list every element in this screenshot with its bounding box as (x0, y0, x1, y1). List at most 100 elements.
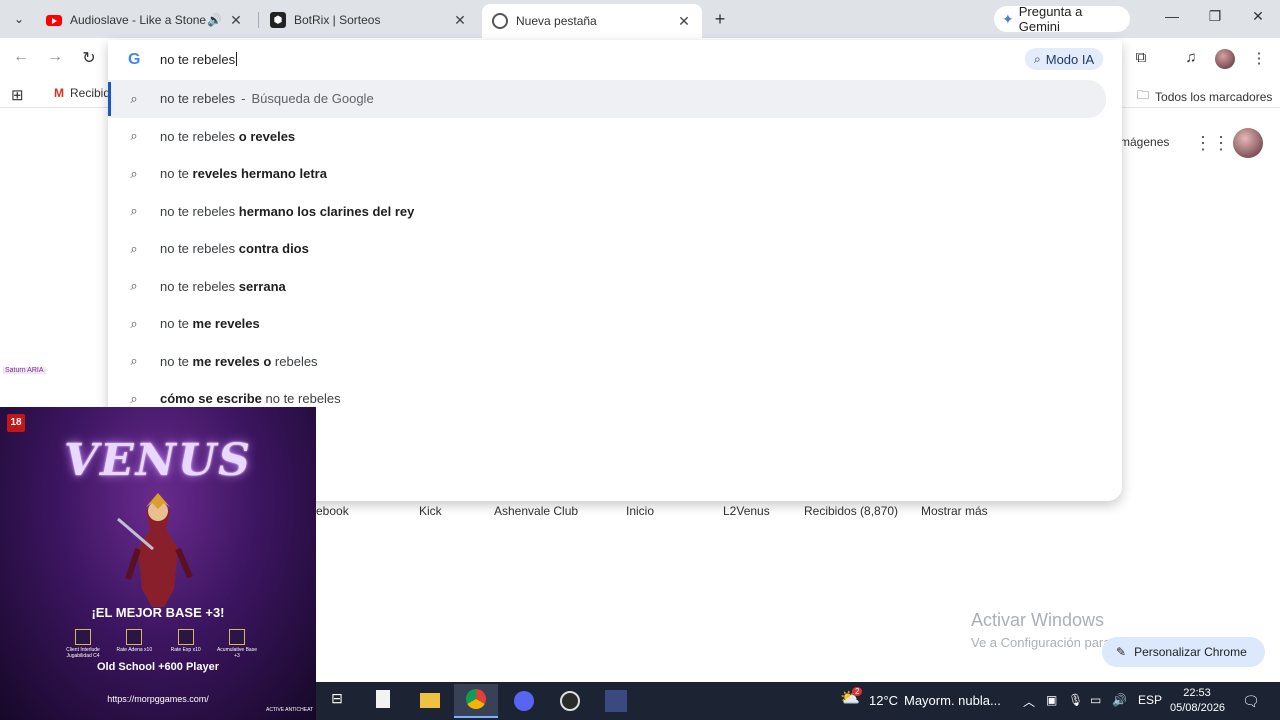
game-app-icon (605, 690, 627, 712)
taskbar-file-explorer[interactable] (418, 690, 442, 712)
tab-audioslave[interactable]: Audioslave - Like a Stone (C 🔊 ✕ (36, 6, 254, 34)
language-indicator[interactable]: ESP (1138, 693, 1162, 707)
ai-mode-button[interactable]: ⌕ Modo IA (1025, 48, 1104, 70)
weather-desc: Mayorm. nubla... (904, 693, 1001, 708)
feature-icon (126, 629, 143, 645)
close-tab-icon[interactable]: ✕ (452, 12, 468, 29)
tray-app-icon[interactable]: ▣ (1046, 693, 1057, 707)
tray-overflow-icon[interactable]: ︿ (1023, 693, 1035, 710)
apps-button[interactable]: ⊞ (11, 86, 24, 104)
tab-botrix[interactable]: ⬢ BotRix | Sorteos ✕ (260, 6, 478, 34)
network-icon[interactable]: ▭ (1090, 693, 1101, 707)
suggestion-text: no te reveles hermano letra (160, 166, 327, 181)
suggestion-item[interactable]: ⌕ no te rebeles contra dios (108, 230, 1122, 268)
shortcut-l2venus[interactable]: L2Venus (723, 504, 770, 518)
back-button[interactable]: ← (10, 48, 32, 66)
omnibox-input-row: G no te rebeles ⌕ Modo IA (108, 40, 1122, 78)
tab-search-button[interactable]: ⌄ (8, 8, 30, 30)
suggestion-item[interactable]: ⌕ no te me reveles (108, 305, 1122, 343)
watermark-title: Activar Windows (971, 610, 1105, 630)
extensions-button[interactable]: ⧉ (1131, 49, 1151, 66)
suggestion-plain: no te (160, 316, 193, 332)
customize-chrome-button[interactable]: ✎ Personalizar Chrome (1102, 637, 1265, 667)
taskbar-clock[interactable]: 22:53 05/08/2026 (1170, 686, 1226, 716)
text-caret (236, 52, 238, 66)
feature-label: Acumulative Base +3 (216, 647, 257, 659)
suggestion-text: no te rebeles (160, 91, 236, 107)
shortcut-recibidos[interactable]: Recibidos (8,870) (804, 504, 898, 518)
weather-temp: 12°C (869, 693, 899, 708)
suggestion-item[interactable]: ⌕ no te rebeles o reveles (108, 118, 1122, 156)
suggestion-bold: me reveles o (192, 353, 272, 369)
close-tab-icon[interactable]: ✕ (228, 12, 244, 29)
obs-icon (560, 691, 580, 711)
suggestion-bold: contra dios (238, 241, 309, 257)
ad-subheadline: Old School +600 Player (97, 661, 219, 673)
ad-feature: Acumulative Base +3 (214, 629, 260, 659)
notifications-icon[interactable]: 🗨 (1242, 693, 1260, 710)
reload-icon: ↻ (82, 50, 96, 67)
media-icon: ♫ (1185, 49, 1197, 66)
all-bookmarks[interactable]: 🗀 Todos los marcadores (1137, 86, 1272, 107)
bookmark-gmail[interactable]: M Recibid (54, 86, 110, 100)
ask-gemini-button[interactable]: ✦ Pregunta a Gemini (994, 4, 1130, 34)
tab-new-tab[interactable]: Nueva pestaña ✕ (482, 4, 702, 38)
bookmark-label: Todos los marcadores (1155, 89, 1273, 104)
taskbar-obs[interactable] (558, 690, 582, 712)
reload-button[interactable]: ↻ (78, 48, 100, 68)
suggestion-item[interactable]: ⌕ no te reveles hermano letra (108, 155, 1122, 193)
taskbar-notepad[interactable] (372, 690, 394, 712)
search-icon: ⌕ (130, 278, 138, 294)
menu-button[interactable]: ⋮ (1249, 49, 1269, 67)
images-link[interactable]: mágenes (1120, 135, 1169, 149)
omnibox-input[interactable]: no te rebeles (160, 52, 238, 67)
shortcut-show-more[interactable]: Mostrar más (921, 504, 988, 518)
suggestion-list: ⌕ no te rebeles - Búsqueda de Google ⌕ n… (108, 80, 1122, 418)
minimize-button[interactable]: — (1160, 8, 1184, 24)
suggestion-suffix: Búsqueda de Google (251, 91, 374, 107)
chevron-down-icon: ⌄ (13, 12, 25, 26)
profile-avatar[interactable] (1215, 49, 1235, 69)
tab-title: Audioslave - Like a Stone (C (70, 13, 208, 27)
arrow-right-icon: → (47, 48, 63, 65)
shortcut-facebook[interactable]: ebook (316, 504, 349, 518)
taskbar-discord[interactable] (512, 690, 536, 712)
feature-label: Rate Adena x10 (116, 647, 153, 653)
shortcut-ashenvale[interactable]: Ashenvale Club (494, 504, 578, 518)
suggestion-plain: no te rebeles (160, 203, 239, 219)
feature-icon (75, 629, 91, 645)
botrix-icon: ⬢ (270, 12, 286, 28)
document-icon (376, 690, 390, 708)
feature-label: Client Interlude Jugabilidad C4 (66, 647, 100, 659)
suggestion-tail: no te rebeles (261, 391, 341, 407)
suggestion-item[interactable]: ⌕ no te me reveles o rebeles (108, 343, 1122, 381)
close-window-button[interactable]: ✕ (1246, 8, 1270, 25)
ad-features: Client Interlude Jugabilidad C4 Rate Ade… (60, 629, 260, 659)
ad-feature: Rate Adena x10 (111, 629, 157, 659)
clock-date: 05/08/2026 (1170, 702, 1226, 714)
gmail-icon: M (54, 86, 64, 100)
restore-button[interactable]: ❐ (1203, 8, 1227, 25)
suggestion-text: no te rebeles o reveles (160, 129, 295, 144)
suggestion-item[interactable]: ⌕ no te rebeles hermano los clarines del… (108, 193, 1122, 231)
new-tab-button[interactable]: + (710, 9, 730, 29)
puzzle-icon: ⧉ (1135, 49, 1147, 66)
speaker-icon[interactable]: 🔊 (207, 13, 222, 27)
microphone-icon[interactable]: 🎙 (1068, 693, 1083, 707)
suggestion-item[interactable]: ⌕ no te rebeles - Búsqueda de Google (108, 80, 1106, 118)
shortcut-kick[interactable]: Kick (419, 504, 442, 518)
taskbar-chrome[interactable] (454, 684, 498, 718)
task-view-button[interactable]: ⊟ (326, 690, 348, 712)
gemini-label: Pregunta a Gemini (1018, 4, 1083, 34)
omnibox-query: no te rebeles (160, 52, 236, 67)
search-icon: ⌕ (130, 390, 138, 406)
media-controls-button[interactable]: ♫ (1181, 49, 1201, 66)
volume-icon[interactable]: 🔊 (1112, 693, 1127, 707)
suggestion-plain: no te rebeles (160, 128, 239, 144)
suggestion-item[interactable]: ⌕ no te rebeles serrana (108, 268, 1122, 306)
shortcut-inicio[interactable]: Inicio (626, 504, 654, 518)
account-avatar[interactable] (1233, 128, 1263, 158)
close-tab-icon[interactable]: ✕ (676, 13, 692, 30)
forward-button[interactable]: → (44, 48, 66, 66)
taskbar-game-app[interactable] (604, 690, 628, 712)
